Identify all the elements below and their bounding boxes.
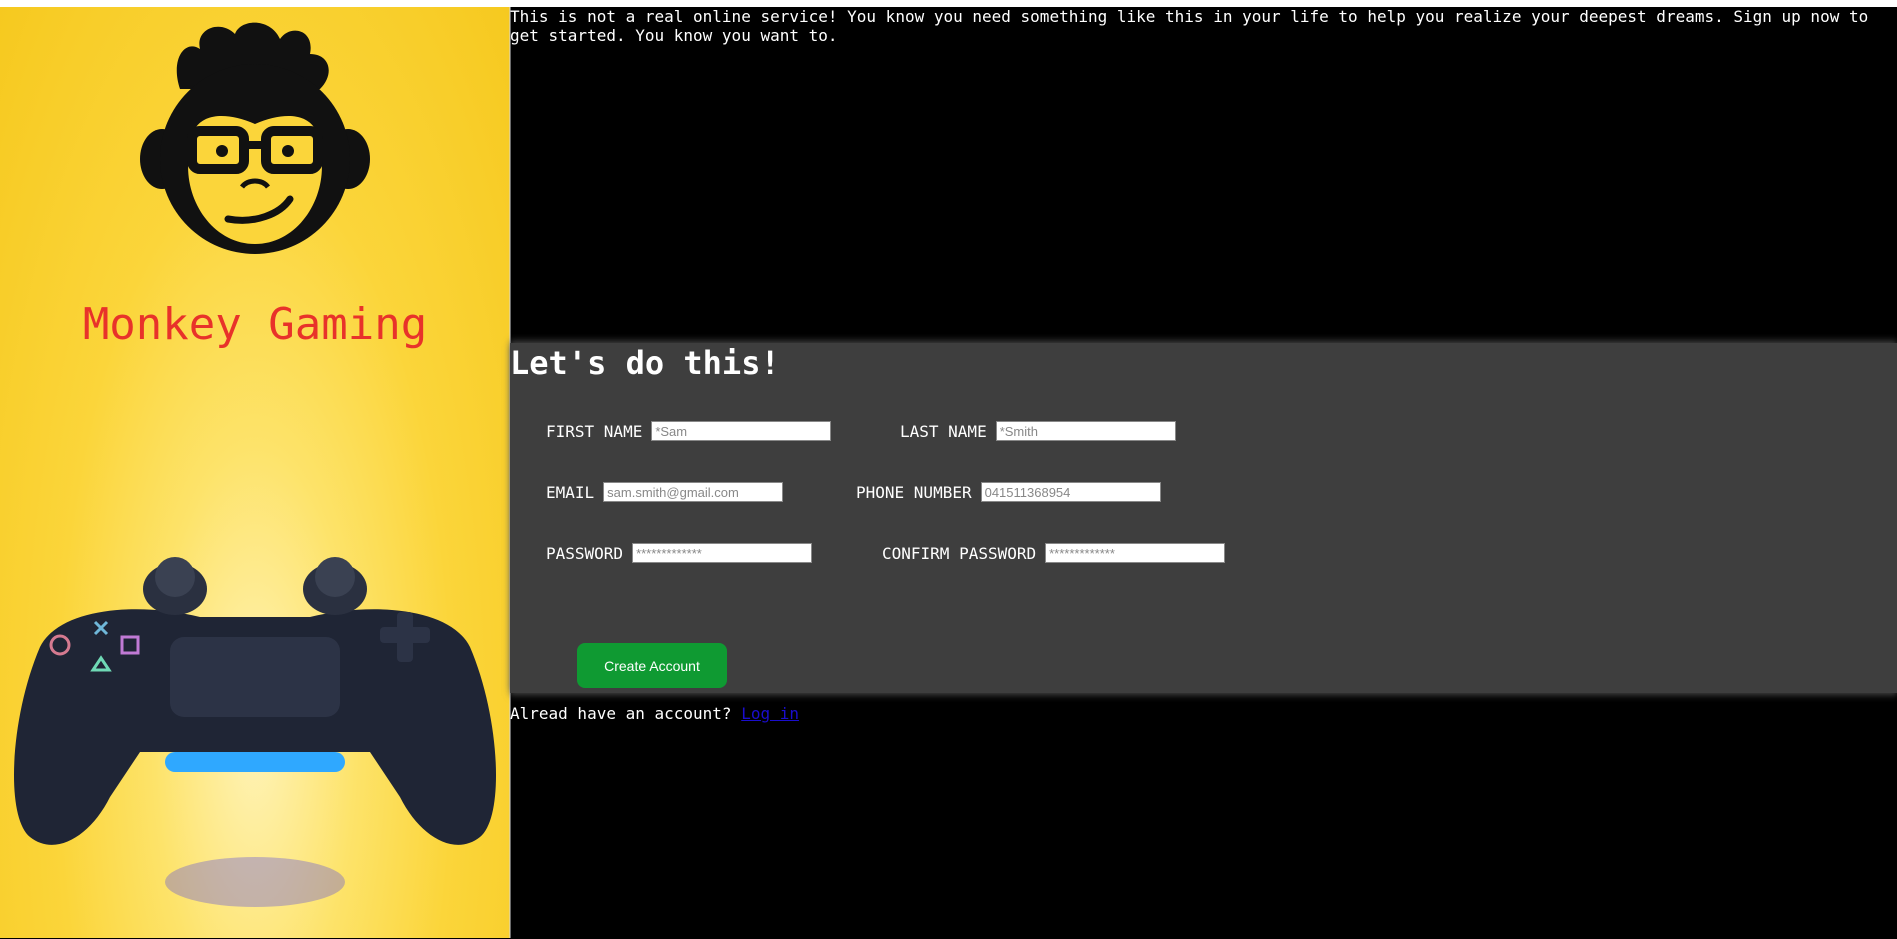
intro-text: This is not a real online service! You k… [510,7,1869,45]
phone-field: PHONE NUMBER [856,482,1161,502]
sidebar-panel: Monkey Gaming [0,7,510,938]
password-label: PASSWORD [546,543,624,563]
email-field: EMAIL [546,482,784,502]
phone-label: PHONE NUMBER [856,482,972,502]
last-name-field: LAST NAME [900,421,1176,441]
first-name-input[interactable] [651,421,832,441]
first-name-field: FIRST NAME [546,421,832,441]
last-name-label: LAST NAME [900,421,987,441]
create-account-button[interactable]: Create Account [577,643,727,688]
first-name-label: FIRST NAME [546,421,643,441]
signup-form: Let's do this! FIRST NAME LAST NAME EMAI… [510,343,1897,693]
email-input[interactable] [603,482,784,502]
last-name-input[interactable] [995,421,1176,441]
monkey-logo-icon [140,22,370,254]
password-input[interactable] [632,543,813,563]
game-controller-icon [13,557,497,907]
confirm-password-field: CONFIRM PASSWORD [882,543,1226,563]
top-strip [0,0,1897,7]
password-field: PASSWORD [546,543,813,563]
phone-input[interactable] [980,482,1161,502]
brand-name: Monkey Gaming [82,299,428,350]
login-link[interactable]: Log in [741,704,799,723]
confirm-password-input[interactable] [1045,543,1226,563]
confirm-password-label: CONFIRM PASSWORD [882,543,1037,563]
login-prompt-text: Alread have an account? [510,704,732,723]
form-title: Let's do this! [510,344,780,382]
login-prompt: Alread have an account? Log in [510,704,799,723]
email-label: EMAIL [546,482,595,502]
